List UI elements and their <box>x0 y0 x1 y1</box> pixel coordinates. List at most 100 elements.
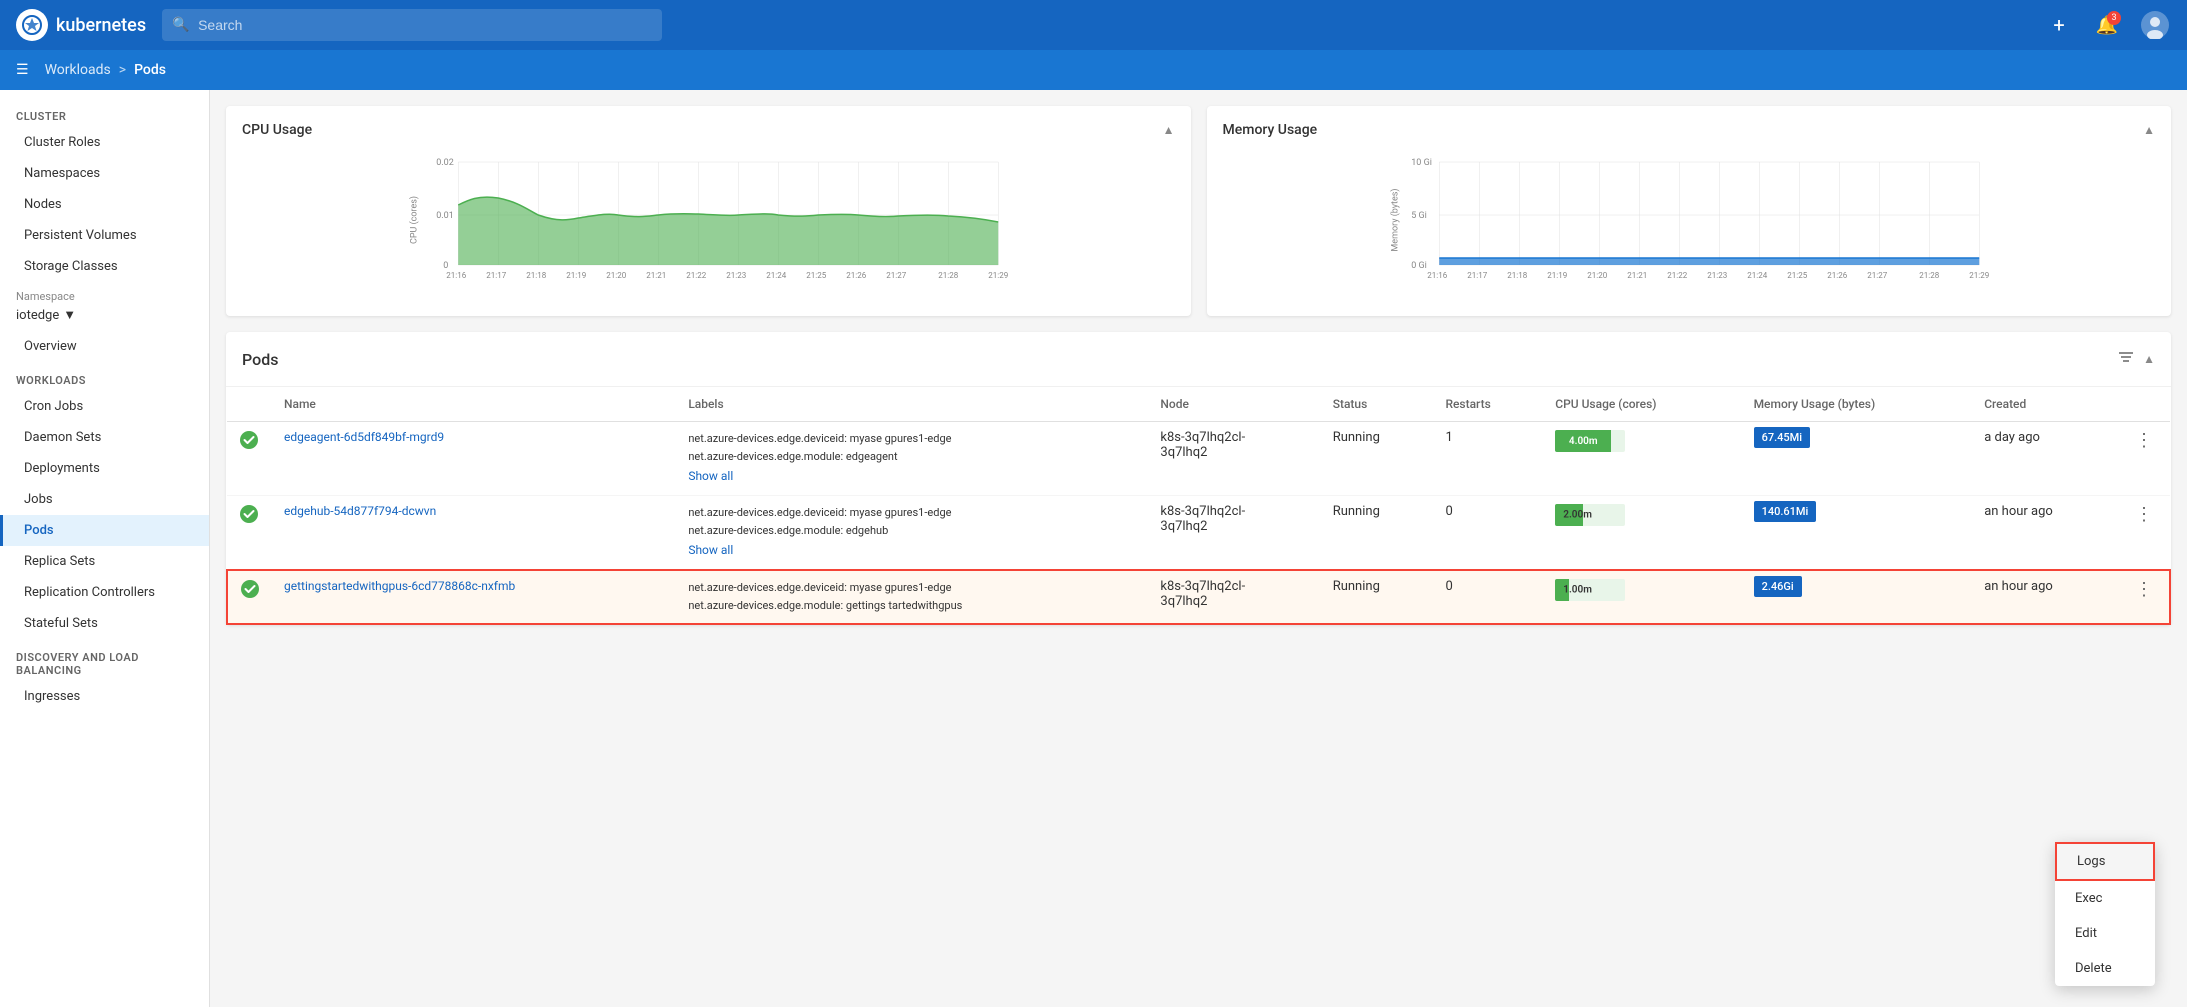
namespace-select[interactable]: iotedge ▼ <box>16 307 193 323</box>
pod-restarts: 1 <box>1433 422 1543 496</box>
pods-card: Pods ▲ Name <box>226 332 2171 625</box>
sidebar-item-overview[interactable]: Overview <box>0 331 209 362</box>
pod-name-link[interactable]: edgeagent-6d5df849bf-mgrd9 <box>284 430 444 444</box>
pod-status: Running <box>1321 570 1434 623</box>
workloads-section-title: Workloads <box>0 362 209 391</box>
svg-text:0.02: 0.02 <box>436 158 454 168</box>
context-menu-logs[interactable]: Logs <box>2055 842 2155 881</box>
svg-text:21:16: 21:16 <box>1427 271 1447 280</box>
svg-text:21:29: 21:29 <box>988 271 1008 280</box>
sidebar-item-stateful-sets[interactable]: Stateful Sets <box>0 608 209 639</box>
svg-text:21:21: 21:21 <box>646 271 666 280</box>
user-avatar[interactable] <box>2139 9 2171 41</box>
memory-chart-chevron[interactable]: ▲ <box>2143 123 2155 137</box>
context-menu-exec[interactable]: Exec <box>2055 881 2155 916</box>
sidebar-item-jobs[interactable]: Jobs <box>0 484 209 515</box>
sidebar-item-cron-jobs[interactable]: Cron Jobs <box>0 391 209 422</box>
pods-table: Name Labels Node Status Restarts CPU Usa… <box>226 387 2171 625</box>
sidebar-item-ingresses[interactable]: Ingresses <box>0 681 209 712</box>
sidebar-item-nodes[interactable]: Nodes <box>0 189 209 220</box>
pod-memory: 67.45Mi <box>1742 422 1973 496</box>
pods-collapse-chevron[interactable]: ▲ <box>2143 352 2155 366</box>
memory-chart-title: Memory Usage <box>1223 122 1318 138</box>
app-title: kubernetes <box>56 15 146 36</box>
discovery-section-title: Discovery and Load Balancing <box>0 639 209 681</box>
pod-memory: 2.46Gi <box>1742 570 1973 623</box>
cpu-chart-svg: 0.02 0.01 0 CPU (cores) <box>242 150 1175 280</box>
notification-badge: 3 <box>2107 11 2121 25</box>
breadcrumb-workloads[interactable]: Workloads <box>45 62 111 78</box>
namespace-value: iotedge <box>16 308 59 323</box>
svg-text:0 Gi: 0 Gi <box>1411 261 1427 271</box>
svg-text:21:28: 21:28 <box>938 271 958 280</box>
col-memory: Memory Usage (bytes) <box>1742 387 1973 422</box>
namespace-selector: Namespace iotedge ▼ <box>0 282 209 331</box>
pod-status-icon <box>239 430 260 450</box>
col-created: Created <box>1972 387 2119 422</box>
pod-more-button[interactable]: ⋮ <box>2131 500 2157 529</box>
svg-text:21:16: 21:16 <box>446 271 466 280</box>
namespace-label: Namespace <box>16 290 193 303</box>
pod-name-link[interactable]: gettingstartedwithgpus-6cd778868c-nxfmb <box>284 579 515 593</box>
svg-text:21:19: 21:19 <box>1547 271 1567 280</box>
svg-text:10 Gi: 10 Gi <box>1411 158 1432 168</box>
pods-table-header: Name Labels Node Status Restarts CPU Usa… <box>227 387 2170 422</box>
svg-text:21:17: 21:17 <box>1467 271 1487 280</box>
pod-restarts: 0 <box>1433 570 1543 623</box>
notification-button[interactable]: 🔔 3 <box>2091 9 2123 41</box>
memory-chart-svg: 10 Gi 5 Gi 0 Gi Memory (bytes) <box>1223 150 2156 280</box>
col-node: Node <box>1148 387 1320 422</box>
svg-text:21:29: 21:29 <box>1969 271 1989 280</box>
sidebar-item-cluster-roles[interactable]: Cluster Roles <box>0 127 209 158</box>
cpu-chart-chevron[interactable]: ▲ <box>1163 123 1175 137</box>
sidebar-item-persistent-volumes[interactable]: Persistent Volumes <box>0 220 209 251</box>
namespace-chevron: ▼ <box>63 307 76 323</box>
sidebar-item-daemon-sets[interactable]: Daemon Sets <box>0 422 209 453</box>
svg-text:Memory (bytes): Memory (bytes) <box>1389 188 1400 251</box>
svg-text:21:22: 21:22 <box>1667 271 1687 280</box>
context-menu: Logs Exec Edit Delete <box>2055 842 2155 986</box>
table-row: edgehub-54d877f794-dcwvn net.azure-devic… <box>227 496 2170 571</box>
pod-status: Running <box>1321 422 1434 496</box>
pods-table-body: edgeagent-6d5df849bf-mgrd9 net.azure-dev… <box>227 422 2170 624</box>
add-button[interactable]: + <box>2043 9 2075 41</box>
col-labels: Labels <box>676 387 1148 422</box>
main-layout: Cluster Cluster Roles Namespaces Nodes P… <box>0 90 2187 1007</box>
search-input[interactable] <box>162 9 662 41</box>
show-all-link[interactable]: Show all <box>688 539 1136 561</box>
sidebar-item-deployments[interactable]: Deployments <box>0 453 209 484</box>
sidebar-item-storage-classes[interactable]: Storage Classes <box>0 251 209 282</box>
sidebar-item-replication-controllers[interactable]: Replication Controllers <box>0 577 209 608</box>
sidebar-item-namespaces[interactable]: Namespaces <box>0 158 209 189</box>
pod-more-button[interactable]: ⋮ <box>2131 575 2157 604</box>
pod-node: k8s-3q7lhq2cl-3q7lhq2 <box>1148 496 1320 571</box>
svg-text:5 Gi: 5 Gi <box>1411 211 1427 221</box>
table-row: edgeagent-6d5df849bf-mgrd9 net.azure-dev… <box>227 422 2170 496</box>
breadcrumb-separator: > <box>119 62 126 78</box>
search-icon: 🔍 <box>172 17 189 33</box>
sidebar-item-pods[interactable]: Pods <box>0 515 209 546</box>
kubernetes-icon <box>16 9 48 41</box>
svg-text:CPU (cores): CPU (cores) <box>408 196 419 244</box>
svg-text:21:26: 21:26 <box>846 271 866 280</box>
pod-created: an hour ago <box>1972 496 2119 571</box>
hamburger-menu[interactable]: ☰ <box>16 62 29 78</box>
filter-icon[interactable] <box>2117 348 2135 370</box>
table-row: gettingstartedwithgpus-6cd778868c-nxfmb … <box>227 570 2170 623</box>
pod-name-link[interactable]: edgehub-54d877f794-dcwvn <box>284 504 436 518</box>
svg-text:21:27: 21:27 <box>1867 271 1887 280</box>
breadcrumb-bar: ☰ Workloads > Pods <box>0 50 2187 90</box>
pod-more-button[interactable]: ⋮ <box>2131 426 2157 455</box>
pod-status: Running <box>1321 496 1434 571</box>
pod-memory: 140.61Mi <box>1742 496 1973 571</box>
context-menu-edit[interactable]: Edit <box>2055 916 2155 951</box>
svg-text:21:28: 21:28 <box>1919 271 1939 280</box>
show-all-link[interactable]: Show all <box>688 465 1136 487</box>
context-menu-delete[interactable]: Delete <box>2055 951 2155 986</box>
pod-label: net.azure-devices.edge.module: edgehub <box>688 522 1136 540</box>
sidebar-item-replica-sets[interactable]: Replica Sets <box>0 546 209 577</box>
svg-text:21:21: 21:21 <box>1627 271 1647 280</box>
pod-label: net.azure-devices.edge.deviceid: myase g… <box>688 504 1136 522</box>
pods-card-actions: ▲ <box>2117 348 2155 370</box>
pod-label: net.azure-devices.edge.deviceid: myase g… <box>688 579 1136 597</box>
